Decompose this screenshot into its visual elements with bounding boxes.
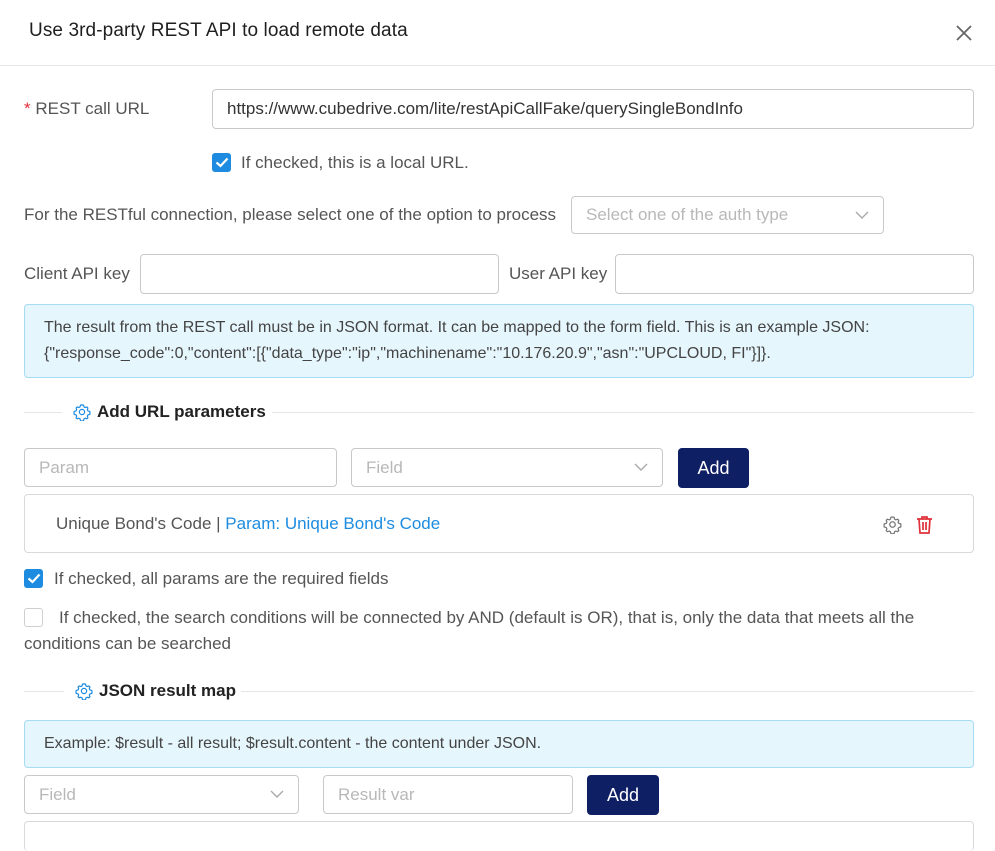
required-params-label: If checked, all params are the required … — [54, 569, 389, 588]
check-icon — [215, 157, 228, 168]
and-conditions-checkbox[interactable] — [24, 608, 43, 627]
param-field-select[interactable]: Field — [351, 448, 663, 487]
list-item: Unique Bond's Code | Param: Unique Bond'… — [56, 514, 440, 534]
rest-url-label: * REST call URL — [24, 99, 149, 119]
divider-right — [272, 412, 974, 413]
chevron-down-icon — [634, 463, 648, 471]
required-mark: * — [24, 99, 31, 118]
divider-right — [241, 691, 974, 692]
rest-url-input[interactable]: https://www.cubedrive.com/lite/restApiCa… — [212, 89, 974, 129]
chevron-down-icon — [855, 211, 869, 219]
json-map-section-title: JSON result map — [75, 681, 236, 701]
chevron-down-icon — [270, 790, 284, 798]
dialog-header: Use 3rd-party REST API to load remote da… — [0, 0, 995, 66]
json-map-title-text: JSON result map — [99, 681, 236, 700]
json-field-select[interactable]: Field — [24, 775, 299, 814]
param-item-link[interactable]: Param: Unique Bond's Code — [225, 514, 440, 533]
auth-type-placeholder: Select one of the auth type — [586, 205, 789, 224]
client-api-key-label: Client API key — [24, 264, 130, 283]
param-field-placeholder: Field — [366, 457, 403, 477]
delete-icon[interactable] — [916, 515, 933, 534]
url-params-title-text: Add URL parameters — [97, 402, 266, 421]
json-field-placeholder: Field — [39, 784, 76, 804]
json-map-example: Example: $result - all result; $result.c… — [24, 720, 974, 768]
add-param-button[interactable]: Add — [678, 448, 749, 488]
and-conditions-label-line2: conditions can be searched — [24, 634, 231, 653]
divider-left — [24, 691, 64, 692]
client-api-key-input[interactable] — [140, 254, 499, 294]
divider-left — [24, 412, 62, 413]
rest-url-label-text: REST call URL — [35, 99, 150, 118]
url-params-section-title: Add URL parameters — [73, 402, 266, 422]
auth-type-select[interactable]: Select one of the auth type — [571, 196, 884, 234]
json-info-line1: The result from the REST call must be in… — [44, 319, 870, 336]
check-icon — [27, 573, 40, 584]
and-conditions-label-line1: If checked, the search conditions will b… — [59, 608, 915, 627]
dialog-title: Use 3rd-party REST API to load remote da… — [29, 20, 408, 41]
rest-url-value: https://www.cubedrive.com/lite/restApiCa… — [227, 99, 743, 118]
user-api-key-label: User API key — [509, 264, 608, 283]
param-input[interactable]: Param — [24, 448, 337, 487]
param-placeholder: Param — [39, 457, 90, 477]
param-item-separator: | — [211, 514, 226, 533]
gear-icon — [73, 404, 91, 421]
result-var-input[interactable]: Result var — [323, 775, 573, 814]
param-list: Unique Bond's Code | Param: Unique Bond'… — [24, 494, 974, 553]
param-item-field: Unique Bond's Code — [56, 514, 212, 533]
local-url-checkbox[interactable] — [212, 153, 231, 172]
json-map-example-text: Example: $result - all result; $result.c… — [44, 735, 542, 752]
json-format-info: The result from the REST call must be in… — [24, 304, 974, 378]
user-api-key-input[interactable] — [615, 254, 974, 294]
result-map-list — [24, 821, 974, 851]
local-url-label: If checked, this is a local URL. — [241, 153, 469, 172]
close-icon[interactable] — [953, 22, 975, 44]
required-params-checkbox[interactable] — [24, 569, 43, 588]
settings-icon[interactable] — [883, 515, 902, 534]
add-result-map-button[interactable]: Add — [587, 775, 659, 815]
json-info-line2: {"response_code":0,"content":[{"data_typ… — [44, 345, 771, 362]
auth-label: For the RESTful connection, please selec… — [24, 205, 557, 224]
gear-icon — [75, 683, 93, 700]
result-var-placeholder: Result var — [338, 784, 415, 804]
